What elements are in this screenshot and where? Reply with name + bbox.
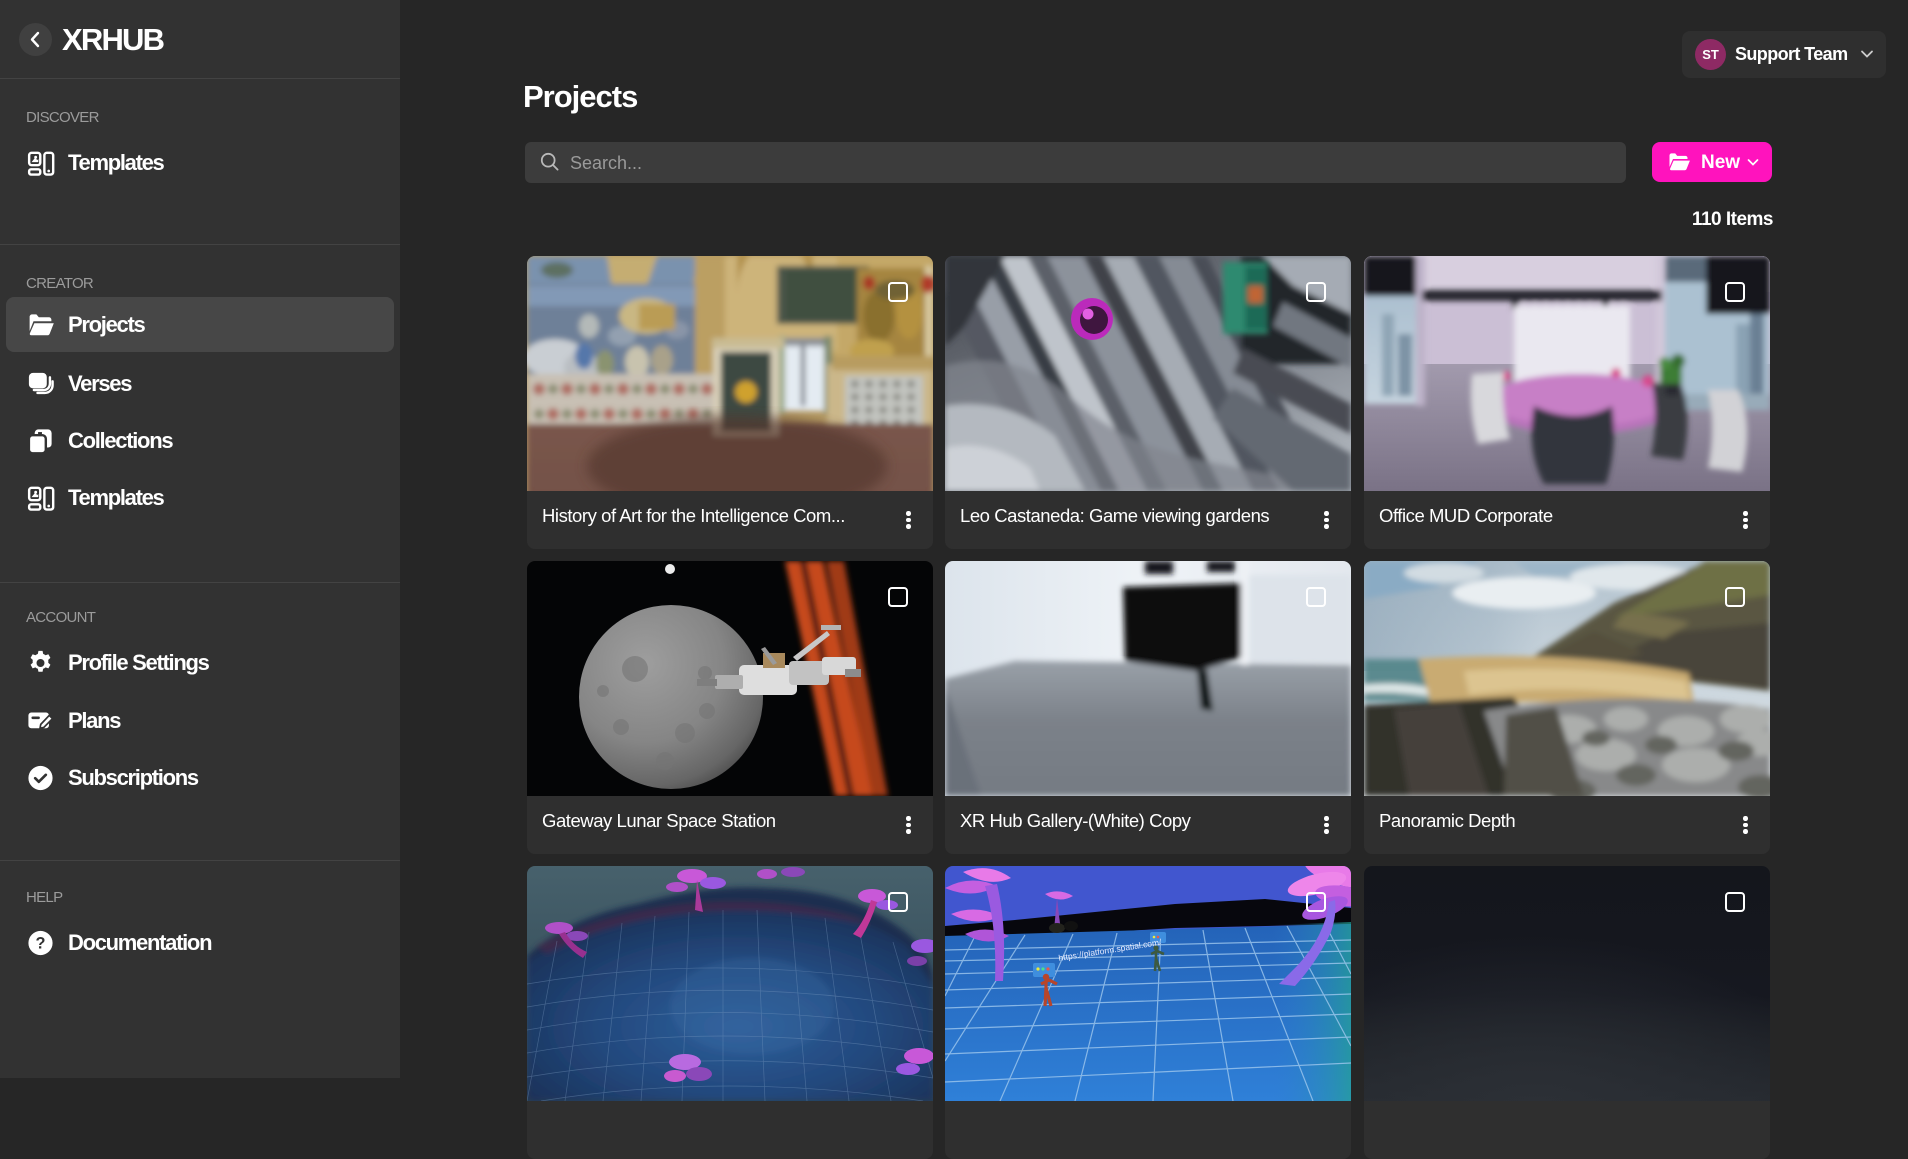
svg-text:?: ?: [36, 935, 46, 953]
